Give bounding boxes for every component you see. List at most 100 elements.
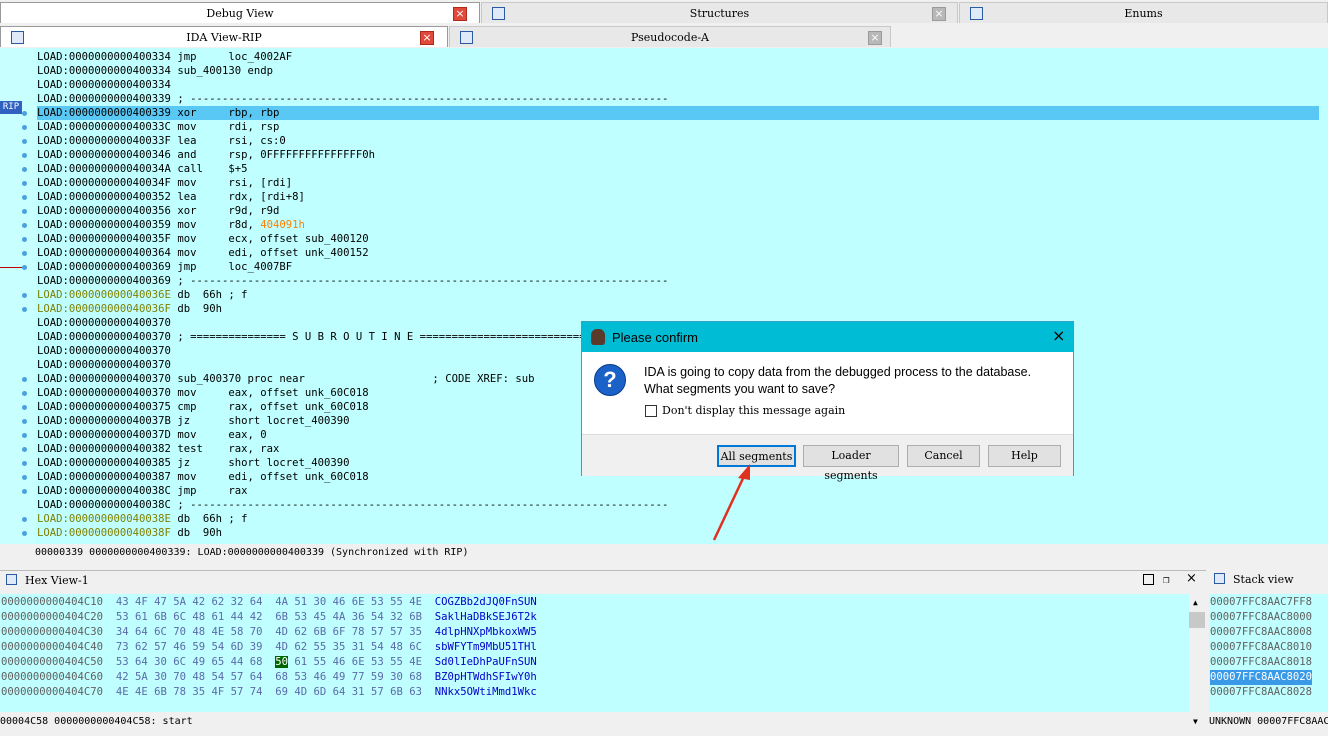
code-line[interactable]: LOAD:0000000000400370	[37, 358, 171, 372]
stack-row[interactable]: 00007FFC8AAC8020	[1210, 670, 1313, 685]
code-line[interactable]: LOAD:000000000040033C mov rdi, rsp	[37, 120, 279, 134]
loader-segments-button[interactable]: Loader segments	[803, 445, 899, 482]
tab-debug-view[interactable]: Debug View ×	[0, 2, 480, 23]
tab-enums[interactable]: Enums	[959, 2, 1328, 23]
code-line[interactable]: LOAD:000000000040033F lea rsi, cs:0	[37, 134, 286, 148]
code-line[interactable]: LOAD:000000000040038C jmp rax	[37, 484, 247, 498]
code-line[interactable]: LOAD:0000000000400387 mov edi, offset un…	[37, 470, 369, 484]
breakpoint-dot[interactable]	[22, 475, 27, 480]
breakpoint-dot[interactable]	[22, 293, 27, 298]
code-line[interactable]: LOAD:0000000000400370	[37, 316, 171, 330]
code-line[interactable]: LOAD:000000000040037D mov eax, 0	[37, 428, 267, 442]
code-line[interactable]: LOAD:0000000000400364 mov edi, offset un…	[37, 246, 369, 260]
tab-pseudocode-a[interactable]: Pseudocode-A ×	[449, 26, 891, 47]
hex-row[interactable]: 0000000000404C60 42 5A 30 70 48 54 57 64…	[1, 670, 537, 685]
hex-view-body[interactable]: 0000000000404C10 43 4F 47 5A 42 62 32 64…	[0, 594, 1189, 712]
breakpoint-dot[interactable]	[22, 139, 27, 144]
stack-row[interactable]: 00007FFC8AAC8000	[1210, 610, 1312, 625]
code-line[interactable]: LOAD:0000000000400339 ; ----------------…	[37, 92, 668, 106]
stack-row[interactable]: 00007FFC8AAC8018	[1210, 655, 1312, 670]
tab-structures[interactable]: Structures ×	[481, 2, 958, 23]
scroll-thumb[interactable]	[1189, 612, 1205, 628]
breakpoint-dot[interactable]	[22, 195, 27, 200]
code-line[interactable]: LOAD:0000000000400385 jz short locret_40…	[37, 456, 350, 470]
code-line[interactable]: LOAD:0000000000400369 jmp loc_4007BF	[37, 260, 292, 274]
code-line[interactable]: LOAD:000000000040034F mov rsi, [rdi]	[37, 176, 292, 190]
code-line[interactable]: LOAD:0000000000400356 xor r9d, r9d	[37, 204, 279, 218]
maximize-icon[interactable]	[1143, 574, 1154, 585]
stack-row[interactable]: 00007FFC8AAC7FF8	[1210, 595, 1312, 610]
stack-row[interactable]: 00007FFC8AAC8008	[1210, 625, 1312, 640]
breakpoint-dot[interactable]	[22, 181, 27, 186]
help-button[interactable]: Help	[988, 445, 1061, 467]
stack-view-body[interactable]: 00007FFC8AAC7FF8 00007FFC8AAC8000 00007FFC…	[1209, 594, 1328, 712]
close-icon[interactable]: ×	[420, 31, 434, 45]
code-line[interactable]: LOAD:000000000040038E db 66h ; f	[37, 512, 247, 526]
tab-ida-view-rip[interactable]: IDA View-RIP ×	[0, 26, 448, 47]
code-line[interactable]: LOAD:000000000040038F db 90h	[37, 526, 222, 540]
code-line[interactable]: LOAD:0000000000400346 and rsp, 0FFFFFFFF…	[37, 148, 375, 162]
code-line[interactable]: LOAD:0000000000400370 sub_400370 proc ne…	[37, 372, 534, 386]
breakpoint-dot[interactable]	[22, 419, 27, 424]
close-icon[interactable]: ×	[1186, 571, 1197, 586]
hex-row[interactable]: 0000000000404C10 43 4F 47 5A 42 62 32 64…	[1, 595, 537, 610]
breakpoint-dot[interactable]	[22, 489, 27, 494]
breakpoint-dot[interactable]	[22, 153, 27, 158]
code-line[interactable]: LOAD:0000000000400369 ; ----------------…	[37, 274, 668, 288]
breakpoint-dot[interactable]	[22, 251, 27, 256]
code-line[interactable]: LOAD:0000000000400370 mov eax, offset un…	[37, 386, 369, 400]
code-line[interactable]: LOAD:000000000040037B jz short locret_40…	[37, 414, 350, 428]
cancel-button[interactable]: Cancel	[907, 445, 980, 467]
hex-row[interactable]: 0000000000404C70 4E 4E 6B 78 35 4F 57 74…	[1, 685, 537, 700]
restore-icon[interactable]: ❐	[1163, 573, 1170, 586]
breakpoint-dot[interactable]	[22, 461, 27, 466]
code-line[interactable]: LOAD:0000000000400359 mov r8d, 404091h	[37, 218, 305, 232]
code-line[interactable]: LOAD:000000000040036F db 90h	[37, 302, 222, 316]
breakpoint-dot[interactable]	[22, 265, 27, 270]
code-line[interactable]: LOAD:0000000000400375 cmp rax, offset un…	[37, 400, 369, 414]
hex-row[interactable]: 0000000000404C20 53 61 6B 6C 48 61 44 42…	[1, 610, 537, 625]
ida-scrollbar[interactable]	[1319, 48, 1328, 544]
breakpoint-dot[interactable]	[22, 167, 27, 172]
scroll-up-icon[interactable]: ▲	[1193, 598, 1198, 607]
code-instruction: mov r8d, 404091h	[170, 219, 305, 231]
hex-row[interactable]: 0000000000404C40 73 62 57 46 59 54 6D 39…	[1, 640, 537, 655]
code-line[interactable]: LOAD:000000000040038C ; ----------------…	[37, 498, 668, 512]
code-line[interactable]: LOAD:0000000000400352 lea rdx, [rdi+8]	[37, 190, 305, 204]
close-icon[interactable]: ×	[453, 7, 467, 21]
close-icon[interactable]: ×	[868, 31, 882, 45]
code-line[interactable]: LOAD:0000000000400382 test rax, rax	[37, 442, 279, 456]
breakpoint-dot[interactable]	[22, 531, 27, 536]
breakpoint-dot[interactable]	[22, 517, 27, 522]
code-line[interactable]: LOAD:0000000000400339 xor rbp, rbp	[37, 106, 1324, 120]
code-line[interactable]: LOAD:0000000000400334	[37, 78, 171, 92]
hex-ascii: SaklHaDBkSEJ6T2k	[434, 611, 537, 623]
code-line[interactable]: LOAD:0000000000400334 jmp loc_4002AF	[37, 50, 292, 64]
code-line[interactable]: LOAD:0000000000400370	[37, 344, 171, 358]
code-line[interactable]: LOAD:0000000000400334 sub_400130 endp	[37, 64, 273, 78]
code-line[interactable]: LOAD:000000000040036E db 66h ; f	[37, 288, 247, 302]
breakpoint-dot[interactable]	[22, 125, 27, 130]
breakpoint-dot[interactable]	[22, 237, 27, 242]
dont-display-checkbox[interactable]	[645, 405, 657, 417]
stack-row[interactable]: 00007FFC8AAC8010	[1210, 640, 1312, 655]
breakpoint-dot[interactable]	[22, 307, 27, 312]
hex-row[interactable]: 0000000000404C30 34 64 6C 70 48 4E 58 70…	[1, 625, 537, 640]
breakpoint-dot[interactable]	[22, 405, 27, 410]
breakpoint-dot[interactable]	[22, 209, 27, 214]
stack-row[interactable]: 00007FFC8AAC8028	[1210, 685, 1312, 700]
breakpoint-dot[interactable]	[22, 377, 27, 382]
breakpoint-dot[interactable]	[22, 111, 27, 116]
hex-row[interactable]: 0000000000404C50 53 64 30 6C 49 65 44 68…	[1, 655, 537, 670]
code-line[interactable]: LOAD:000000000040035F mov ecx, offset su…	[37, 232, 369, 246]
code-line[interactable]: LOAD:0000000000400370 ; =============== …	[37, 330, 668, 344]
hex-selected-byte[interactable]: 50	[275, 656, 289, 668]
breakpoint-dot[interactable]	[22, 391, 27, 396]
code-line[interactable]: LOAD:000000000040034A call $+5	[37, 162, 247, 176]
close-icon[interactable]: ×	[932, 7, 946, 21]
breakpoint-dot[interactable]	[22, 433, 27, 438]
close-icon[interactable]: ×	[1052, 326, 1065, 345]
hex-scrollbar[interactable]: ▲ ▼	[1189, 596, 1205, 731]
breakpoint-dot[interactable]	[22, 447, 27, 452]
breakpoint-dot[interactable]	[22, 223, 27, 228]
